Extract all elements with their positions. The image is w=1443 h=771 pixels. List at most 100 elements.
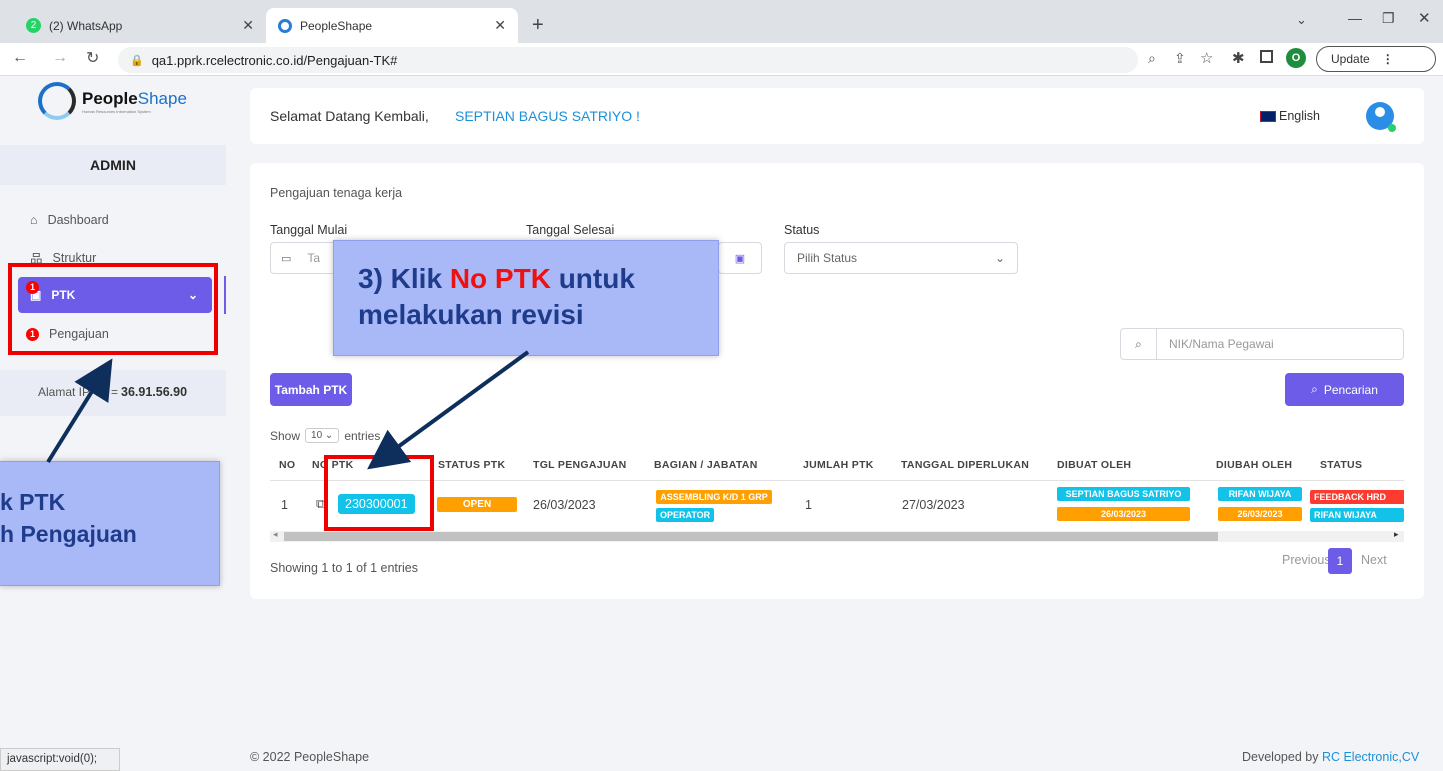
- search-placeholder: NIK/Nama Pegawai: [1169, 337, 1274, 351]
- table-row: 1 ⧉ 230300001 OPEN 26/03/2023 ASSEMBLING…: [270, 481, 1404, 529]
- chevron-down-icon: ⌄: [994, 251, 1005, 265]
- sidepanel-icon[interactable]: [1260, 50, 1273, 63]
- jabatan-badge: OPERATOR: [656, 508, 715, 522]
- tab-peopleshape[interactable]: PeopleShape ✕: [266, 8, 518, 43]
- footer-dev-link[interactable]: RC Electronic,CV: [1322, 750, 1419, 764]
- tab-search-icon[interactable]: ⌄: [1296, 12, 1307, 28]
- peopleshape-favicon-icon: [278, 18, 292, 33]
- scroll-right-icon[interactable]: ▸: [1394, 529, 1399, 540]
- row-jumlah: 1: [805, 498, 812, 512]
- forward-icon[interactable]: →: [52, 49, 68, 67]
- online-status-dot: [1388, 124, 1396, 132]
- annotation-callout-revisi: 3) Klik No PTK untuk melakukan revisi: [333, 240, 719, 356]
- brand-logo[interactable]: PeopleShape Human Resources Information …: [38, 82, 187, 120]
- back-icon[interactable]: ←: [12, 49, 28, 67]
- update-button[interactable]: Update ⋮: [1316, 46, 1436, 72]
- sidebar-item-dashboard[interactable]: ⌂ Dashboard: [30, 213, 109, 227]
- callout-left-text-2: h Pengajuan: [0, 521, 137, 547]
- tab-whatsapp[interactable]: 2 (2) WhatsApp ✕: [14, 8, 266, 43]
- status-select-value: Pilih Status: [797, 251, 858, 265]
- search-icon: ⌕: [1311, 382, 1318, 396]
- main-card: Pengajuan tenaga kerja Tanggal Mulai ▭ T…: [250, 163, 1424, 599]
- close-tab-icon[interactable]: ✕: [242, 17, 254, 34]
- start-date-label: Tanggal Mulai: [270, 223, 348, 237]
- sidebar-item-label: Dashboard: [47, 213, 109, 227]
- next-page-button[interactable]: Next: [1361, 553, 1387, 567]
- footer-copyright: © 2022 PeopleShape: [250, 750, 370, 764]
- col-tanggal-diperlukan[interactable]: TANGGAL DIPERLUKAN: [901, 459, 1029, 471]
- horizontal-scrollbar[interactable]: ◂ ▸: [270, 529, 1404, 542]
- status-feedback-badge: FEEDBACK HRD: [1310, 490, 1404, 504]
- footer-developer: Developed by RC Electronic,CV: [1242, 750, 1419, 764]
- row-tgl-pengajuan: 26/03/2023: [533, 498, 596, 512]
- page-1-button[interactable]: 1: [1328, 548, 1352, 574]
- profile-avatar[interactable]: O: [1286, 48, 1306, 68]
- reload-icon[interactable]: ↻: [86, 48, 99, 68]
- close-tab-icon[interactable]: ✕: [494, 17, 506, 34]
- menu-dots-icon: ⋮: [1381, 52, 1394, 66]
- bookmark-star-icon[interactable]: ☆: [1200, 49, 1213, 67]
- browser-tab-bar: 2 (2) WhatsApp ✕ PeopleShape ✕ + ⌄ — ❐ ✕: [0, 0, 1443, 43]
- end-date-calendar-button[interactable]: ▣: [718, 242, 762, 274]
- end-date-label: Tanggal Selesai: [526, 223, 615, 237]
- annotation-highlight-no-ptk: [324, 455, 434, 531]
- callout-text-2: untuk: [558, 263, 635, 294]
- search-input[interactable]: ⌕ NIK/Nama Pegawai: [1120, 328, 1404, 360]
- scrollbar-thumb[interactable]: [284, 532, 1218, 541]
- col-no[interactable]: NO: [279, 459, 295, 471]
- sidebar: PeopleShape Human Resources Information …: [0, 76, 226, 771]
- brand-subtitle: Human Resources Information System: [82, 108, 151, 114]
- maximize-icon[interactable]: ❐: [1382, 10, 1395, 27]
- minimize-icon[interactable]: —: [1348, 10, 1362, 26]
- new-tab-icon[interactable]: +: [532, 14, 544, 37]
- col-jumlah-ptk[interactable]: JUMLAH PTK: [803, 459, 874, 471]
- tab-label: (2) WhatsApp: [49, 18, 123, 33]
- language-switch[interactable]: English: [1260, 109, 1320, 123]
- brand-bold: People: [82, 88, 138, 108]
- col-diubah-oleh[interactable]: DIUBAH OLEH: [1216, 459, 1292, 471]
- calendar-icon: ▭: [281, 252, 292, 265]
- page-size-select[interactable]: 10 ⌄: [305, 428, 340, 443]
- share-icon[interactable]: ⇪: [1174, 50, 1186, 67]
- language-label: English: [1279, 109, 1320, 123]
- url-field[interactable]: 🔒 qa1.pprk.rcelectronic.co.id/Pengajuan-…: [118, 47, 1138, 73]
- status-select[interactable]: Pilih Status ⌄: [784, 242, 1018, 274]
- callout-text-red: No PTK: [449, 263, 551, 294]
- col-dibuat-oleh[interactable]: DIBUAT OLEH: [1057, 459, 1131, 471]
- bagian-badge: ASSEMBLING K/D 1 GRP: [656, 490, 772, 504]
- active-indicator: [224, 276, 226, 314]
- col-tgl-pengajuan[interactable]: TGL PENGAJUAN: [533, 459, 627, 471]
- role-header: ADMIN: [0, 145, 226, 185]
- col-status[interactable]: STATUS: [1320, 459, 1362, 471]
- whatsapp-icon: 2: [26, 18, 41, 33]
- search-button[interactable]: ⌕ Pencarian: [1285, 373, 1404, 406]
- annotation-highlight-ptk-menu: [8, 263, 218, 355]
- logo-icon: [38, 82, 76, 120]
- table-header: NO NO PTK STATUS PTK TGL PENGAJUAN BAGIA…: [270, 459, 1404, 477]
- update-label: Update: [1331, 52, 1370, 66]
- address-bar: ← → ↻ 🔒 qa1.pprk.rcelectronic.co.id/Peng…: [0, 43, 1443, 76]
- zoom-icon[interactable]: ⌕: [1148, 50, 1156, 67]
- browser-status-bar: javascript:void(0);: [0, 748, 120, 771]
- tab-label: PeopleShape: [300, 18, 373, 33]
- user-name: SEPTIAN BAGUS SATRIYO !: [455, 108, 640, 124]
- col-bagian-jabatan[interactable]: BAGIAN / JABATAN: [654, 459, 758, 471]
- add-ptk-button[interactable]: Tambah PTK: [270, 373, 352, 406]
- row-no: 1: [281, 498, 288, 512]
- dibuat-oleh-date-badge: 26/03/2023: [1057, 507, 1190, 521]
- prev-page-button[interactable]: Previous: [1282, 553, 1331, 567]
- col-status-ptk[interactable]: STATUS PTK: [438, 459, 505, 471]
- search-icon: ⌕: [1121, 329, 1157, 359]
- callout-text-3: melakukan revisi: [358, 299, 584, 330]
- annotation-callout-pengajuan: k PTK h Pengajuan: [0, 461, 220, 586]
- section-title: Pengajuan tenaga kerja: [270, 186, 403, 200]
- brand-light: Shape: [137, 88, 187, 108]
- callout-left-text-1: k PTK: [0, 489, 66, 515]
- status-person-badge: RIFAN WIJAYA: [1310, 508, 1404, 522]
- scroll-left-icon[interactable]: ◂: [273, 529, 278, 540]
- ip-panel: Alamat IP = 36.91.56.90: [0, 370, 226, 416]
- close-window-icon[interactable]: ✕: [1418, 9, 1431, 27]
- extensions-puzzle-icon[interactable]: ✱: [1232, 49, 1245, 67]
- home-icon: ⌂: [30, 213, 38, 227]
- row-tanggal-diperlukan: 27/03/2023: [902, 498, 965, 512]
